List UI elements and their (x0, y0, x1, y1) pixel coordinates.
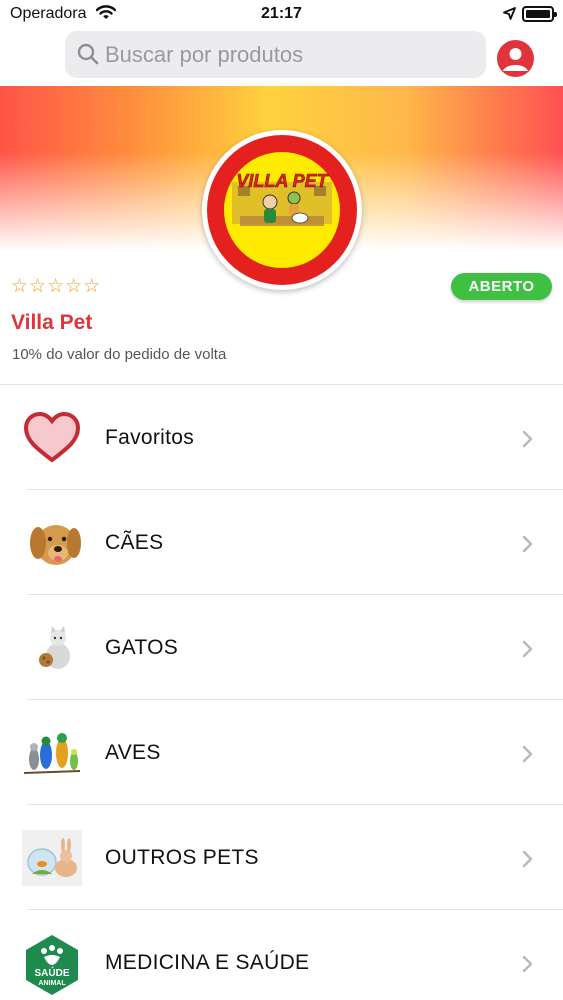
search-bar[interactable] (65, 31, 486, 78)
chevron-right-icon (522, 430, 534, 453)
menu-item-label: OUTROS PETS (105, 846, 259, 869)
row-divider (27, 909, 563, 910)
menu-item-outros-pets[interactable]: OUTROS PETS (0, 806, 563, 910)
chevron-right-icon (522, 850, 534, 873)
location-arrow-icon (503, 7, 516, 25)
search-icon (77, 43, 99, 70)
svg-text:SAÚDE: SAÚDE (34, 966, 69, 979)
menu-item-medicina-e-saude[interactable]: SAÚDE ANIMAL MEDICINA E SAÚDE (0, 911, 563, 1000)
row-divider (27, 594, 563, 595)
status-bar: Operadora 21:17 (0, 0, 563, 30)
status-time: 21:17 (261, 5, 302, 22)
row-divider (27, 804, 563, 805)
cat-icon (22, 620, 82, 676)
svg-text:ANIMAL: ANIMAL (38, 980, 66, 987)
menu-item-favoritos[interactable]: Favoritos (0, 386, 563, 490)
profile-button[interactable] (497, 40, 534, 77)
store-logo: VILLA PET (202, 130, 362, 290)
store-name: Villa Pet (11, 311, 93, 334)
menu-item-caes[interactable]: CÃES (0, 491, 563, 595)
dog-icon (22, 515, 82, 571)
menu-item-label: GATOS (105, 636, 179, 659)
search-input[interactable] (105, 31, 475, 78)
menu-item-gatos[interactable]: GATOS (0, 596, 563, 700)
rating-stars: ☆☆☆☆☆ (11, 275, 102, 297)
heart-icon (22, 410, 82, 466)
open-status-badge: ABERTO (451, 273, 552, 300)
chevron-right-icon (522, 640, 534, 663)
cashback-info: 10% do valor do pedido de volta (12, 346, 227, 363)
svg-text:VILLA PET: VILLA PET (236, 171, 329, 191)
saude-animal-icon: SAÚDE ANIMAL (22, 935, 82, 995)
chevron-right-icon (522, 955, 534, 978)
menu-item-label: Favoritos (105, 426, 195, 449)
menu-item-label: AVES (105, 741, 161, 764)
battery-icon (522, 6, 557, 22)
fishbowl-rabbit-icon (22, 830, 82, 886)
user-icon (503, 48, 528, 71)
parrot-icon (22, 725, 82, 781)
menu-item-label: MEDICINA E SAÚDE (105, 951, 310, 974)
menu-item-aves[interactable]: AVES (0, 701, 563, 805)
row-divider (27, 489, 563, 490)
chevron-right-icon (522, 745, 534, 768)
chevron-right-icon (522, 535, 534, 558)
menu-item-label: CÃES (105, 531, 164, 554)
section-divider (0, 384, 563, 385)
row-divider (27, 699, 563, 700)
